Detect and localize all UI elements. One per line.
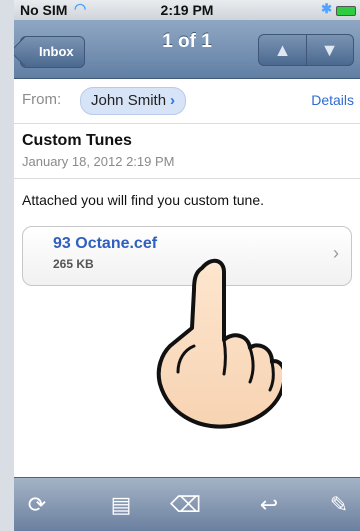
mail-screen: No SIM ◠ 2:19 PM ✱ Inbox 1 of 1 ▲ ▼ From… bbox=[14, 0, 360, 531]
message-body: Attached you will find you custom tune. bbox=[22, 192, 265, 208]
chevron-right-icon: › bbox=[333, 243, 339, 263]
status-bar: No SIM ◠ 2:19 PM ✱ bbox=[14, 0, 360, 20]
message-date: January 18, 2012 2:19 PM bbox=[22, 154, 175, 169]
bluetooth-icon: ✱ bbox=[321, 1, 332, 16]
header-divider bbox=[14, 178, 360, 179]
from-row: From: John Smith › Details bbox=[14, 79, 360, 124]
from-label: From: bbox=[22, 91, 62, 108]
details-link[interactable]: Details bbox=[311, 92, 354, 108]
chevron-right-icon: › bbox=[170, 92, 176, 109]
compose-icon[interactable]: ✎ bbox=[324, 490, 354, 520]
move-to-folder-icon[interactable]: ▤ bbox=[106, 490, 136, 520]
attachment-size: 265 KB bbox=[53, 257, 94, 271]
delete-icon[interactable]: ⌫ bbox=[170, 490, 201, 520]
status-time: 2:19 PM bbox=[160, 2, 214, 18]
message-subject: Custom Tunes bbox=[22, 132, 132, 149]
screen-frame: No SIM ◠ 2:19 PM ✱ Inbox 1 of 1 ▲ ▼ From… bbox=[0, 0, 360, 531]
battery-icon bbox=[336, 6, 356, 16]
refresh-icon[interactable]: ⟳ bbox=[22, 490, 52, 520]
next-message-button[interactable]: ▼ bbox=[306, 35, 353, 65]
sender-chip[interactable]: John Smith › bbox=[80, 87, 187, 115]
reply-icon[interactable]: ↩ bbox=[254, 490, 284, 520]
navigation-bar: Inbox 1 of 1 ▲ ▼ bbox=[14, 20, 360, 79]
tap-hand-icon bbox=[156, 258, 282, 429]
previous-message-button[interactable]: ▲ bbox=[259, 35, 307, 65]
message-navigation-control: ▲ ▼ bbox=[258, 34, 354, 66]
bottom-toolbar: ⟳ ▤ ⌫ ↩ ✎ bbox=[14, 477, 360, 531]
sender-name: John Smith bbox=[91, 92, 167, 109]
